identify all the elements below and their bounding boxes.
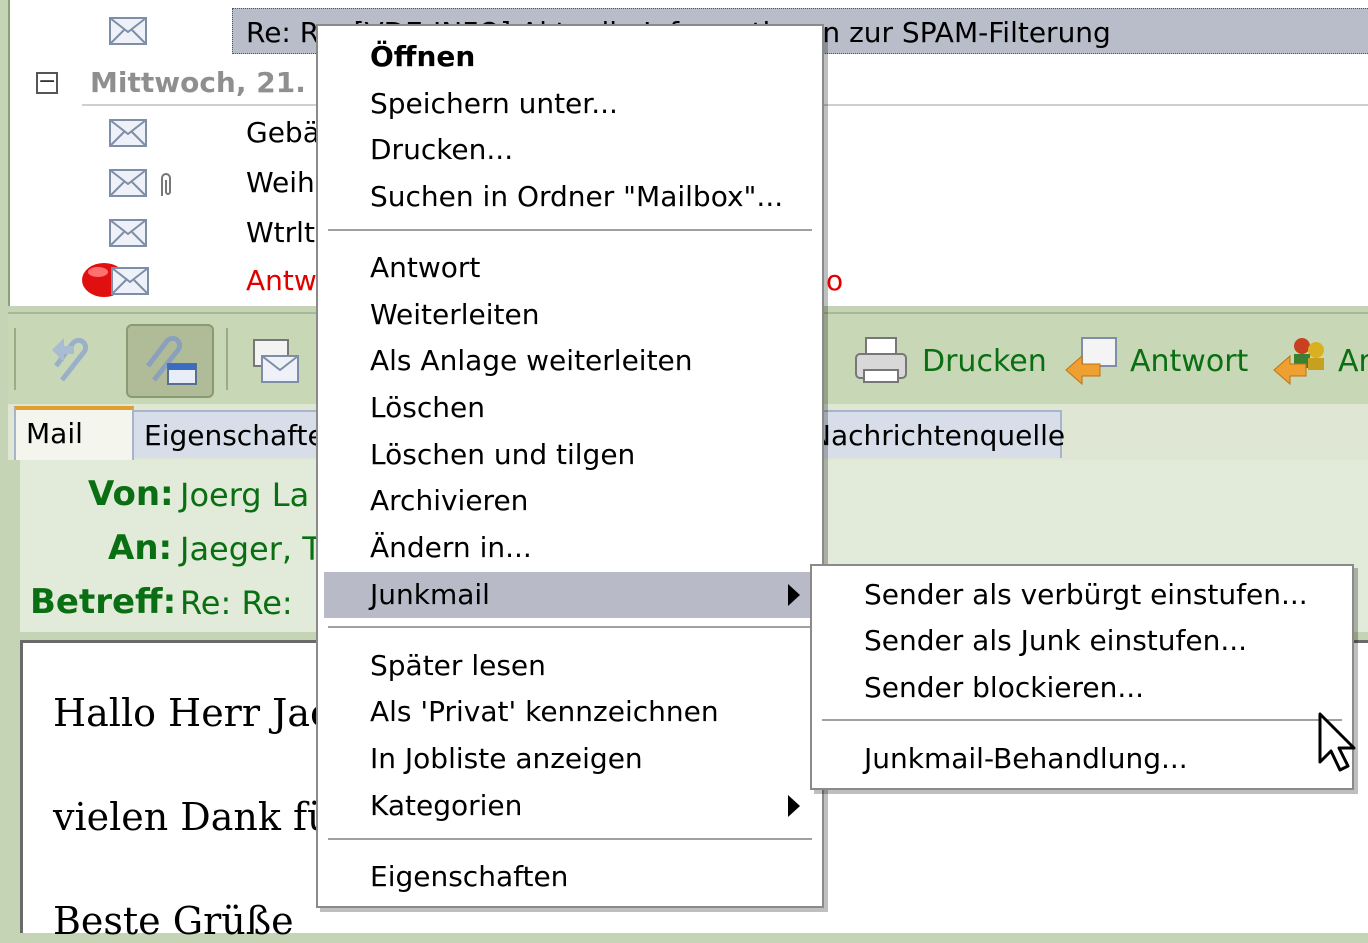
body-closing: Beste Grüße — [53, 899, 294, 943]
subject-label: Betreff: — [30, 582, 177, 622]
reply-label: Antwort — [1130, 344, 1249, 379]
toolbar-separator — [226, 328, 228, 390]
submenu-item-trusted[interactable]: Sender als verbürgt einstufen... — [818, 572, 1346, 618]
menu-item-forward-attachment[interactable]: Als Anlage weiterleiten — [324, 338, 816, 384]
menu-separator — [328, 229, 812, 231]
envelope-icon — [109, 119, 147, 147]
menu-item-delete-purge[interactable]: Löschen und tilgen — [324, 432, 816, 478]
menu-item-forward[interactable]: Weiterleiten — [324, 292, 816, 338]
print-label: Drucken — [922, 344, 1047, 379]
envelope-icon — [109, 17, 147, 45]
tab-source[interactable]: Nachrichtenquelle — [798, 410, 1065, 458]
reply-all-button[interactable]: An — [1270, 324, 1368, 398]
toolbar-separator — [14, 328, 16, 390]
mail-icon — [253, 339, 299, 383]
menu-item-categories-label: Kategorien — [370, 789, 523, 822]
printer-icon — [855, 337, 907, 383]
body-text: vielen Dank für — [53, 795, 350, 839]
attachment-button[interactable] — [126, 324, 214, 398]
from-value[interactable]: Joerg La — [180, 476, 309, 514]
submenu-arrow-icon — [788, 584, 800, 606]
menu-separator — [328, 838, 812, 840]
collapse-icon[interactable]: − — [36, 71, 58, 94]
menu-separator — [822, 719, 1342, 721]
submenu-item-block[interactable]: Sender blockieren... — [818, 665, 1346, 711]
reply-icon — [1065, 337, 1117, 386]
reply-all-label: An — [1338, 344, 1368, 379]
envelope-icon — [109, 219, 147, 247]
submenu-item-handling[interactable]: Junkmail-Behandlung... — [818, 736, 1346, 782]
menu-item-change-to[interactable]: Ändern in... — [324, 525, 816, 571]
menu-item-junk-label: Junkmail — [370, 578, 490, 611]
menu-item-open[interactable]: Öffnen — [324, 34, 816, 80]
menu-item-save-as[interactable]: Speichern unter... — [324, 81, 816, 127]
from-label: Von: — [88, 474, 174, 514]
menu-item-delete[interactable]: Löschen — [324, 385, 816, 431]
paperclip-arrow-icon — [52, 337, 89, 382]
menu-item-show-in-jobs[interactable]: In Jobliste anzeigen — [324, 736, 816, 782]
junk-submenu: Sender als verbürgt einstufen... Sender … — [810, 564, 1354, 790]
print-button[interactable]: Drucken — [848, 324, 1047, 398]
menu-item-categories[interactable]: Kategorien — [324, 783, 816, 829]
reply-button[interactable]: Antwort — [1062, 324, 1248, 398]
subject-value: Re: Re: — [180, 584, 293, 622]
menu-item-read-later[interactable]: Später lesen — [324, 643, 816, 689]
attachment-icon — [146, 335, 197, 385]
mail-subject: Wtrlt — [246, 216, 315, 249]
mail-subject-tail: o — [826, 264, 844, 297]
paperclip-icon — [161, 173, 171, 196]
menu-item-archive[interactable]: Archivieren — [324, 478, 816, 524]
reply-all-icon — [1273, 338, 1324, 386]
to-value[interactable]: Jaeger, T — [180, 530, 322, 568]
tab-mail[interactable]: Mail — [14, 406, 134, 460]
menu-item-mark-private[interactable]: Als 'Privat' kennzeichnen — [324, 689, 816, 735]
envelope-icon — [111, 267, 149, 295]
to-label: An: — [108, 528, 173, 568]
envelope-icon — [109, 169, 147, 197]
submenu-arrow-icon — [788, 795, 800, 817]
menu-separator — [328, 626, 812, 628]
attachment-toggle-button[interactable] — [32, 324, 112, 398]
menu-item-search-folder[interactable]: Suchen in Ordner "Mailbox"... — [324, 174, 816, 220]
menu-item-print[interactable]: Drucken... — [324, 127, 816, 173]
mouse-cursor-icon — [1318, 712, 1356, 772]
new-mail-button[interactable] — [238, 324, 314, 398]
context-menu: Öffnen Speichern unter... Drucken... Suc… — [316, 24, 824, 908]
menu-item-reply[interactable]: Antwort — [324, 245, 816, 291]
submenu-item-junk[interactable]: Sender als Junk einstufen... — [818, 618, 1346, 664]
menu-item-junk[interactable]: Junkmail — [324, 572, 816, 618]
menu-item-properties[interactable]: Eigenschaften — [324, 854, 816, 900]
